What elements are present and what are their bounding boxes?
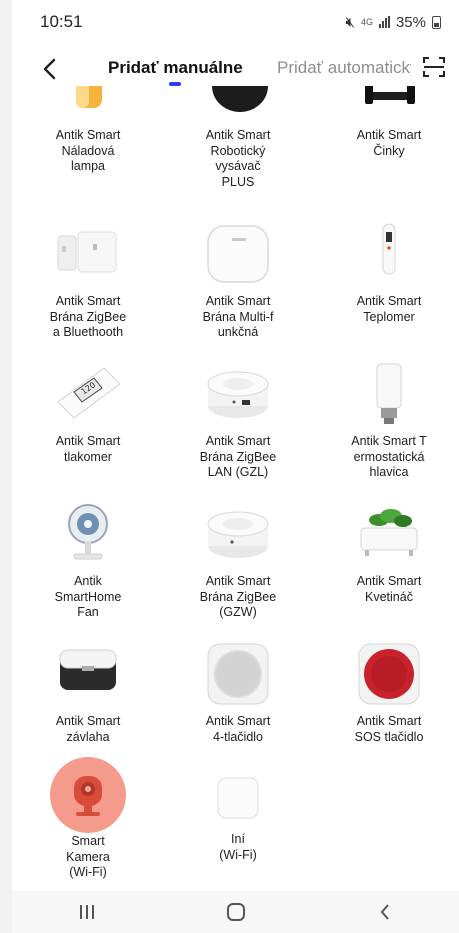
sos-button-icon [353,642,425,706]
device-item-zigbee-bluetooth-gateway[interactable]: Antik Smart Brána ZigBee a Bluethooth [23,222,153,341]
zigbee-lan-gateway-icon [202,362,274,426]
device-label: Antik Smart tlakomer [55,434,121,464]
device-item-fan[interactable]: Antik SmartHome Fan [23,502,153,621]
flower-pot-icon [353,502,425,566]
mood-lamp-icon [52,86,124,142]
tab-add-manually[interactable]: Pridať manuálne [108,58,243,78]
app-screen: 10:51 🔇︎ 4G 35% Pridať manuálne Pridať a… [12,0,459,933]
scan-icon[interactable] [422,55,446,79]
device-item-blood-pressure-monitor[interactable]: 120 Antik Smart tlakomer [23,362,153,465]
dumbbells-icon [353,86,425,142]
device-label: Antik Smart Kvetináč [356,574,422,604]
device-label: Antik Smart Brána ZigBee LAN (GZL) [199,434,277,479]
fan-icon [52,502,124,566]
blood-pressure-monitor-icon: 120 [52,362,124,426]
device-item-zigbee-lan-gateway[interactable]: Antik Smart Brána ZigBee LAN (GZL) [173,362,303,481]
thermometer-icon [353,222,425,286]
signal-icon [378,16,390,28]
device-item-flower-pot[interactable]: Antik Smart Kvetináč [324,502,454,605]
robot-vacuum-icon [202,86,274,142]
four-button-switch-icon [202,642,274,706]
multifunction-gateway-icon [202,222,274,286]
camera-icon [49,756,127,834]
device-item-mood-lamp[interactable]: Antik Smart Náladová lampa [23,86,153,175]
device-item-robot-vacuum[interactable]: Antik Smart Robotický vysávač PLUS [173,86,303,190]
back-arrow-icon[interactable] [34,52,64,86]
mute-icon: 🔇︎ [345,13,355,31]
thermostatic-head-icon [353,362,425,426]
device-label: Antik Smart Termostatická hlavica [351,434,427,479]
device-label: Antik Smart Teplomer [356,294,422,324]
device-label: Antik SmartHome Fan [54,574,122,619]
network-type: 4G [360,16,373,27]
device-label: Iní (Wi-Fi) [219,832,257,862]
device-item-thermostatic-head[interactable]: Antik Smart Termostatická hlavica [324,362,454,481]
status-bar: 10:51 🔇︎ 4G 35% [12,0,459,44]
device-item-multifunction-gateway[interactable]: Antik Smart Brána Multi-f unkčná [173,222,303,341]
device-label: Antik Smart Brána ZigBee (GZW) [199,574,277,619]
device-item-thermometer[interactable]: Antik Smart Teplomer [324,222,454,325]
device-label: Antik Smart 4-tlačidlo [205,714,271,744]
battery-icon [432,15,441,29]
system-navigation-bar [12,891,459,933]
device-item-other-wifi[interactable]: Iní (Wi-Fi) [173,774,303,863]
device-item-sos-button[interactable]: Antik Smart SOS tlačidlo [324,642,454,745]
status-icons: 🔇︎ 4G 35% [345,13,441,31]
device-label: Antik Smart závlaha [55,714,121,744]
device-label: Antik Smart Brána ZigBee a Bluethooth [49,294,127,339]
recents-icon[interactable] [57,897,117,927]
home-icon[interactable] [206,897,266,927]
tab-add-automatically[interactable]: Pridať automaticky [277,58,411,78]
device-item-dumbbells[interactable]: Antik Smart Činky [324,86,454,159]
status-time: 10:51 [40,12,83,31]
device-label: Antik Smart SOS tlačidlo [354,714,424,744]
device-item-irrigation[interactable]: Antik Smart závlaha [23,642,153,745]
device-item-four-button-switch[interactable]: Antik Smart 4-tlačidlo [173,642,303,745]
battery-level: 35% [395,13,426,31]
irrigation-icon [52,642,124,706]
zigbee-wifi-gateway-icon [202,502,274,566]
device-grid: Antik Smart Náladová lampa Antik Smart Robo… [12,86,459,891]
other-device-icon [202,774,274,824]
zigbee-bluetooth-gateway-icon [52,222,124,286]
device-label: Antik Smart Brána Multi-f unkčná [202,294,274,339]
back-icon[interactable] [355,897,415,927]
device-label: Smart Kamera (Wi-Fi) [66,834,110,879]
device-item-camera[interactable]: Smart Kamera (Wi-Fi) [23,756,153,881]
device-item-zigbee-wifi-gateway[interactable]: Antik Smart Brána ZigBee (GZW) [173,502,303,621]
